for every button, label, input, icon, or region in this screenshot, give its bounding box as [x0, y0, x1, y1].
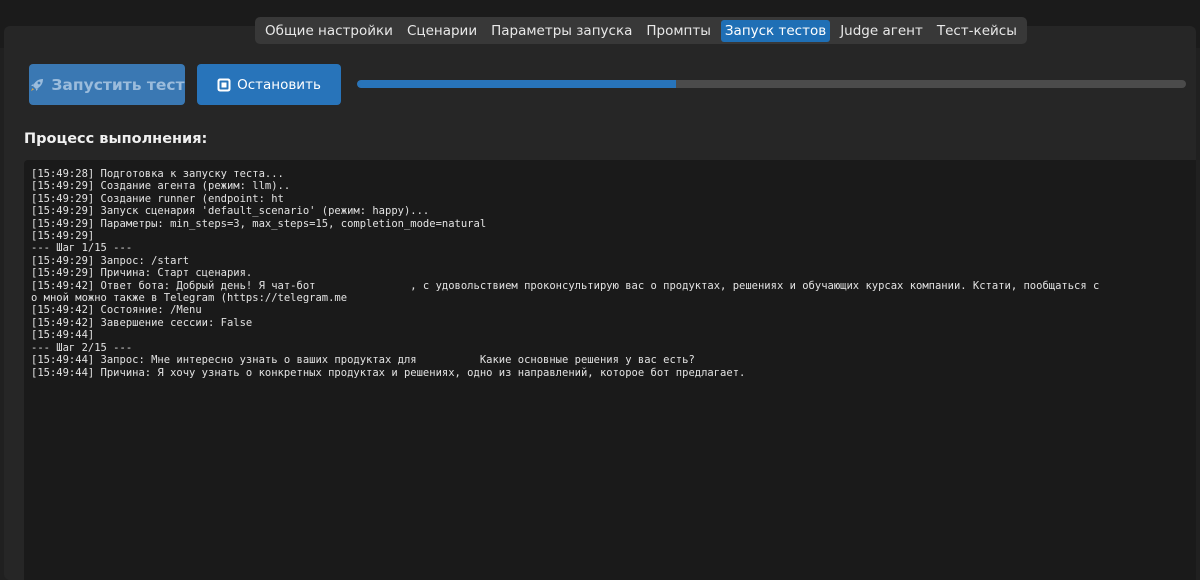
process-title: Процесс выполнения:	[24, 131, 208, 147]
log-line: [15:49:29]	[31, 230, 95, 243]
tab-prompts[interactable]: Промпты	[642, 20, 715, 42]
log-line: [15:49:29] Запрос: /start	[31, 254, 190, 267]
progress-bar	[357, 80, 1186, 88]
stop-square-icon	[217, 78, 231, 92]
log-output[interactable]: [15:49:28] Подготовка к запуску теста...…	[24, 160, 1196, 580]
log-line: [15:49:29] Запуск сценария 'default_scen…	[31, 205, 430, 218]
tab-bar: Общие настройки Сценарии Параметры запус…	[255, 17, 1027, 44]
log-line: [15:49:29] Причина: Старт сценария.	[31, 267, 253, 280]
log-line: [15:49:44] Причина: Я хочу узнать о конк…	[31, 366, 746, 379]
log-line: [15:49:29] Параметры: min_steps=3, max_s…	[31, 217, 487, 230]
log-line: [15:49:42] Ответ бота: Добрый день! Я ча…	[31, 279, 1100, 292]
tab-scenarios[interactable]: Сценарии	[403, 20, 481, 42]
log-line: [15:49:44] Запрос: Мне интересно узнать …	[31, 354, 695, 367]
tab-judge-agent[interactable]: Judge агент	[836, 20, 927, 42]
tab-launch-parameters[interactable]: Параметры запуска	[487, 20, 636, 42]
log-line: [15:49:28] Подготовка к запуску теста...	[31, 168, 284, 180]
log-line: --- Шаг 2/15 ---	[31, 341, 133, 354]
log-line: [15:49:42] Состояние: /Menu	[31, 304, 202, 317]
stop-label: Остановить	[237, 76, 321, 93]
rocket-icon	[29, 77, 45, 93]
progress-bar-fill	[357, 80, 677, 88]
tab-run-tests[interactable]: Запуск тестов	[720, 19, 831, 42]
log-line: --- Шаг 1/15 ---	[31, 242, 133, 255]
log-line: [15:49:42] Завершение сессии: False	[31, 316, 253, 329]
log-line: [15:49:29] Создание runner (endpoint: ht	[31, 192, 284, 205]
run-test-button[interactable]: Запустить тест	[29, 64, 185, 105]
tab-general-settings[interactable]: Общие настройки	[261, 20, 397, 42]
log-line: [15:49:44]	[31, 329, 95, 342]
tab-test-cases[interactable]: Тест-кейсы	[933, 20, 1021, 42]
log-line: о мной можно также в Telegram (https://t…	[31, 292, 348, 305]
run-test-label: Запустить тест	[51, 75, 185, 94]
log-line: [15:49:29] Создание агента (режим: llm).…	[31, 180, 291, 193]
app-page: Общие настройки Сценарии Параметры запус…	[0, 0, 1200, 580]
stop-button[interactable]: Остановить	[197, 64, 341, 105]
